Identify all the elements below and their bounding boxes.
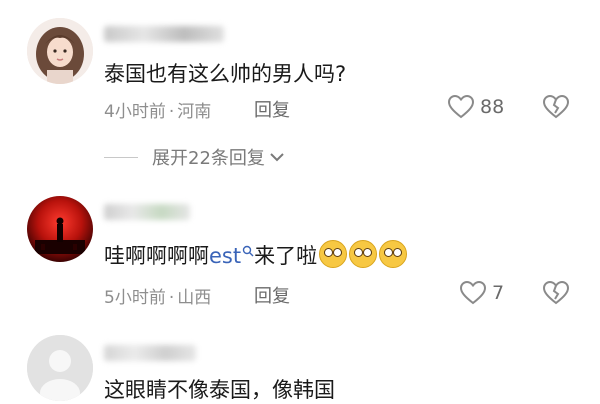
like-count: 88 <box>480 96 505 118</box>
emoji-icon <box>349 240 378 268</box>
like-count: 7 <box>492 282 505 304</box>
expand-replies-button[interactable]: 展开22条回复 <box>104 144 285 170</box>
reply-button[interactable]: 回复 <box>254 282 290 308</box>
mention-link[interactable]: est <box>209 244 254 268</box>
search-icon <box>242 245 254 257</box>
comment-time: 4小时前 <box>104 102 166 122</box>
comment-text-part: 哇啊啊啊啊 <box>104 244 209 268</box>
heart-icon <box>460 281 486 305</box>
user-avatar[interactable] <box>27 335 93 401</box>
comment-meta: 4小时前 · 河南 <box>104 97 211 122</box>
emoji-icon <box>319 240 348 268</box>
comment-text: 泰国也有这么帅的男人吗? <box>104 62 347 86</box>
comment-location: 河南 <box>177 102 212 122</box>
user-avatar[interactable] <box>27 196 93 262</box>
dislike-button[interactable] <box>542 280 570 309</box>
comment-time: 5小时前 <box>104 288 166 308</box>
reply-button[interactable]: 回复 <box>254 96 290 122</box>
broken-heart-icon <box>542 94 570 119</box>
heart-icon <box>448 95 474 119</box>
comment-text-part: 来了啦 <box>254 244 318 268</box>
username-blurred[interactable] <box>104 204 190 220</box>
comment-location: 山西 <box>177 288 212 308</box>
like-button[interactable]: 88 <box>448 95 504 119</box>
comment-text: 哇啊啊啊啊est 来了啦 <box>104 240 408 270</box>
comment-meta: 5小时前 · 山西 <box>104 283 211 308</box>
broken-heart-icon <box>542 280 570 305</box>
expand-replies-label: 展开22条回复 <box>152 148 265 169</box>
username-blurred[interactable] <box>104 345 196 361</box>
user-avatar[interactable] <box>27 18 93 84</box>
dislike-button[interactable] <box>542 94 570 123</box>
mention-label: est <box>209 244 242 268</box>
meta-separator: · <box>168 102 175 122</box>
chevron-down-icon <box>270 153 284 162</box>
emoji-icon <box>379 240 408 268</box>
comment-text: 这眼睛不像泰国，像韩国 <box>104 378 335 402</box>
expand-divider <box>104 156 138 158</box>
meta-separator: · <box>168 288 175 308</box>
like-button[interactable]: 7 <box>460 281 504 305</box>
username-blurred[interactable] <box>104 26 224 42</box>
